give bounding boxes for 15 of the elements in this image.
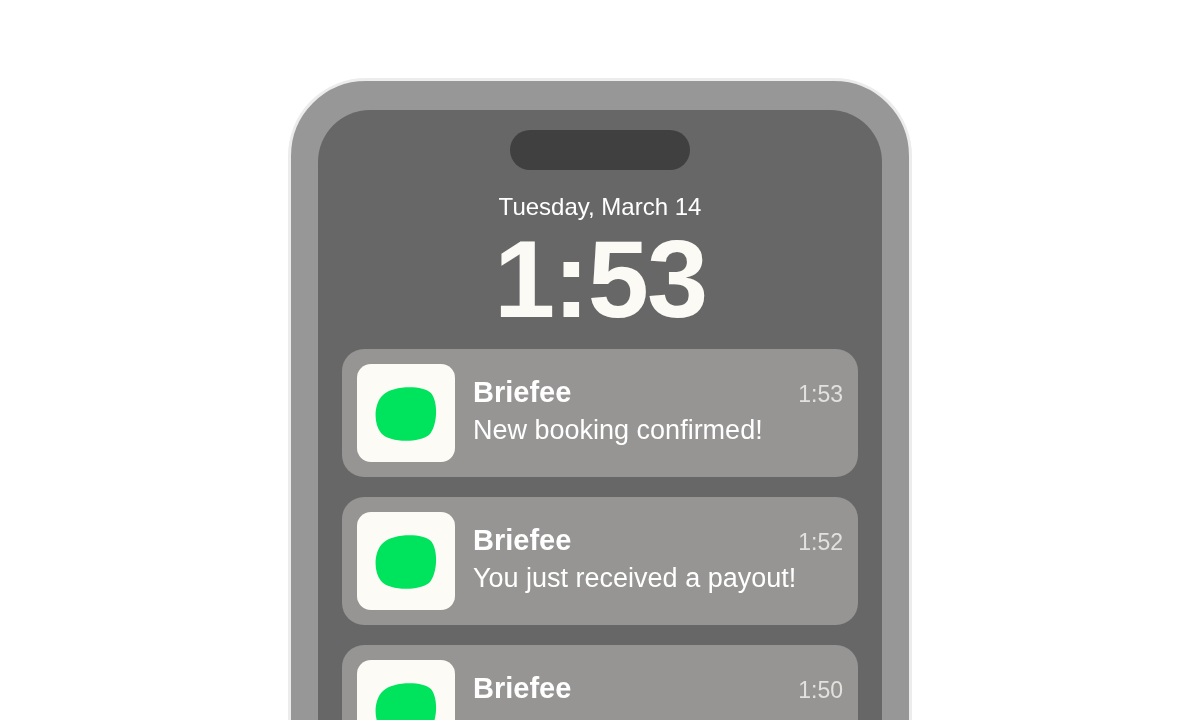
notification-card[interactable]: Briefee 1:52 You just received a payout! [342,497,858,625]
notification-time: 1:52 [798,529,843,556]
app-name: Briefee [473,671,572,706]
app-icon [357,364,455,462]
notification-time: 1:50 [798,677,843,704]
notification-card[interactable]: Briefee 1:50 [342,645,858,720]
app-name: Briefee [473,375,572,410]
notification-time: 1:53 [798,381,843,408]
notification-card[interactable]: Briefee 1:53 New booking confirmed! [342,349,858,477]
notification-message: You just received a payout! [473,562,798,595]
clock-time: 1:53 [493,219,707,339]
app-icon [357,512,455,610]
notification-message: New booking confirmed! [473,414,764,447]
date-text: Tuesday, March 14 [498,193,702,221]
app-name: Briefee [473,523,572,558]
